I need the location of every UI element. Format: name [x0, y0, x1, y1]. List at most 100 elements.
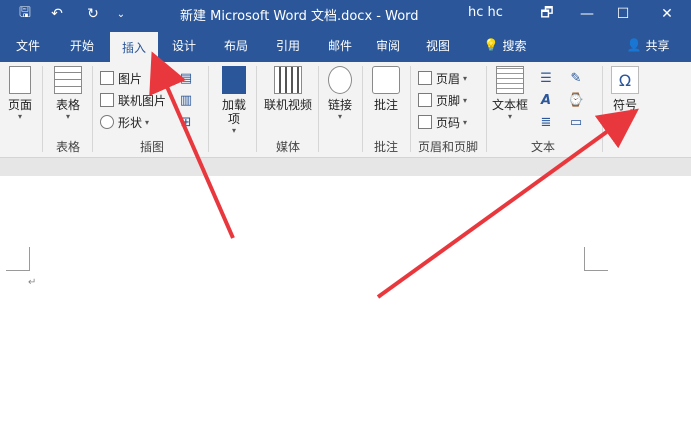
chevron-down-icon: ▾: [463, 117, 468, 127]
screenshot-icon[interactable]: ⊞: [174, 112, 198, 132]
tab-home[interactable]: 开始: [60, 28, 104, 62]
chart-icon[interactable]: ▥: [174, 90, 198, 110]
tab-review[interactable]: 审阅: [366, 28, 410, 62]
comment-button[interactable]: 批注: [366, 66, 406, 112]
group-separator: [92, 66, 93, 152]
ribbon-insert: 页面 ▾ 表格 ▾ 表格 图片 联机图片 形状 ▾ ▤ ▥ ⊞ 插图 加载 项 …: [0, 62, 691, 217]
table-label: 表格: [55, 98, 80, 112]
online-picture-icon: [100, 93, 114, 107]
document-page[interactable]: [0, 176, 691, 444]
save-icon[interactable]: 🖫: [12, 0, 38, 28]
chevron-down-icon: ▾: [65, 112, 70, 121]
person-icon: 👤: [626, 38, 642, 52]
undo-icon[interactable]: ↶: [44, 0, 70, 28]
online-picture-button[interactable]: 联机图片: [100, 90, 166, 110]
share-button[interactable]: 👤 共享: [620, 28, 676, 62]
textbox-icon: [496, 66, 524, 94]
customize-quick-access-icon[interactable]: ⌄: [108, 0, 134, 28]
links-button[interactable]: 链接 ▾: [322, 66, 358, 122]
title-bar: 🖫 ↶ ↻ ⌄ 新建 Microsoft Word 文档.docx - Word…: [0, 0, 691, 28]
close-button[interactable]: ✕: [652, 0, 682, 28]
addins-label: 加载 项: [221, 98, 246, 126]
minimize-button[interactable]: —: [572, 0, 602, 28]
group-label-text: 文本: [530, 140, 555, 154]
group-separator: [208, 66, 209, 152]
table-icon: [54, 66, 82, 94]
addins-button[interactable]: 加载 项 ▾: [214, 66, 254, 136]
page-number-label: 页码: [436, 115, 461, 130]
smartart-icon[interactable]: ▤: [174, 68, 198, 88]
picture-label: 图片: [118, 71, 143, 86]
page-number-button[interactable]: 页码 ▾: [418, 112, 467, 132]
user-name[interactable]: hc hc: [468, 5, 503, 20]
links-label: 链接: [327, 98, 352, 112]
symbols-label: 符号: [612, 98, 637, 112]
wordart-icon[interactable]: A: [534, 90, 558, 110]
omega-icon: Ω: [611, 66, 639, 94]
tab-insert[interactable]: 插入: [110, 32, 158, 62]
chevron-down-icon: ▾: [231, 126, 236, 135]
chevron-down-icon: ▾: [463, 73, 468, 83]
maximize-button[interactable]: ☐: [608, 0, 638, 28]
object-icon[interactable]: ▭: [564, 112, 588, 132]
quick-parts-icon[interactable]: ☰: [534, 68, 558, 88]
chevron-down-icon: ▾: [622, 112, 627, 121]
chevron-down-icon: ▾: [145, 117, 150, 127]
group-label-header-footer: 页眉和页脚: [417, 140, 478, 154]
group-label-comments: 批注: [373, 140, 398, 154]
window-title: 新建 Microsoft Word 文档.docx - Word: [180, 9, 419, 24]
chevron-down-icon: ▾: [507, 112, 512, 121]
group-label-media: 媒体: [275, 140, 300, 154]
paragraph-mark: ↵: [28, 277, 37, 288]
store-icon: [222, 66, 246, 94]
footer-button[interactable]: 页脚 ▾: [418, 90, 467, 110]
date-time-icon[interactable]: ⌚: [564, 90, 588, 110]
tab-file[interactable]: 文件: [6, 28, 50, 62]
group-label-illustrations: 插图: [139, 140, 164, 154]
document-background: [0, 158, 691, 176]
pages-label: 页面: [7, 98, 32, 112]
tab-design[interactable]: 设计: [162, 28, 206, 62]
tab-mailings[interactable]: 邮件: [318, 28, 362, 62]
header-label: 页眉: [436, 71, 461, 86]
group-separator: [410, 66, 411, 152]
lightbulb-icon: 💡: [483, 38, 499, 52]
textbox-label: 文本框: [491, 98, 528, 112]
group-separator: [42, 66, 43, 152]
share-label: 共享: [645, 38, 670, 53]
group-separator: [602, 66, 603, 152]
pages-button[interactable]: 页面 ▾: [4, 66, 36, 122]
chevron-down-icon: ▾: [17, 112, 22, 121]
margin-corner-right: [584, 247, 608, 271]
picture-button[interactable]: 图片: [100, 68, 142, 88]
table-button[interactable]: 表格 ▾: [50, 66, 86, 122]
tab-view[interactable]: 视图: [416, 28, 460, 62]
footer-icon: [418, 93, 432, 107]
tell-me-label: 搜索: [502, 38, 527, 53]
video-icon: [274, 66, 302, 94]
comment-label: 批注: [373, 98, 398, 112]
online-video-label: 联机视频: [263, 98, 312, 112]
symbols-button[interactable]: Ω 符号 ▾: [606, 66, 644, 122]
comment-icon: [372, 66, 400, 94]
group-separator: [486, 66, 487, 152]
chevron-down-icon: ▾: [337, 112, 342, 121]
header-button[interactable]: 页眉 ▾: [418, 68, 467, 88]
tab-layout[interactable]: 布局: [214, 28, 258, 62]
group-label-table: 表格: [55, 140, 80, 154]
online-video-button[interactable]: 联机视频: [260, 66, 316, 112]
textbox-button[interactable]: 文本框 ▾: [488, 66, 532, 122]
tab-references[interactable]: 引用: [266, 28, 310, 62]
shapes-button[interactable]: 形状 ▾: [100, 112, 149, 132]
ribbon-tabs: 文件 开始 插入 设计 布局 引用 邮件 审阅 视图 💡 搜索 👤 共享: [0, 28, 691, 62]
link-icon: [328, 66, 352, 94]
signature-line-icon[interactable]: ✎: [564, 68, 588, 88]
page-icon: [9, 66, 31, 94]
drop-cap-icon[interactable]: ≣: [534, 112, 558, 132]
tell-me-search[interactable]: 💡 搜索: [476, 28, 534, 62]
group-separator: [256, 66, 257, 152]
redo-icon[interactable]: ↻: [80, 0, 106, 28]
ribbon-display-options-icon[interactable]: 🗗: [532, 0, 562, 28]
margin-corner-left: [6, 247, 30, 271]
picture-icon: [100, 71, 114, 85]
